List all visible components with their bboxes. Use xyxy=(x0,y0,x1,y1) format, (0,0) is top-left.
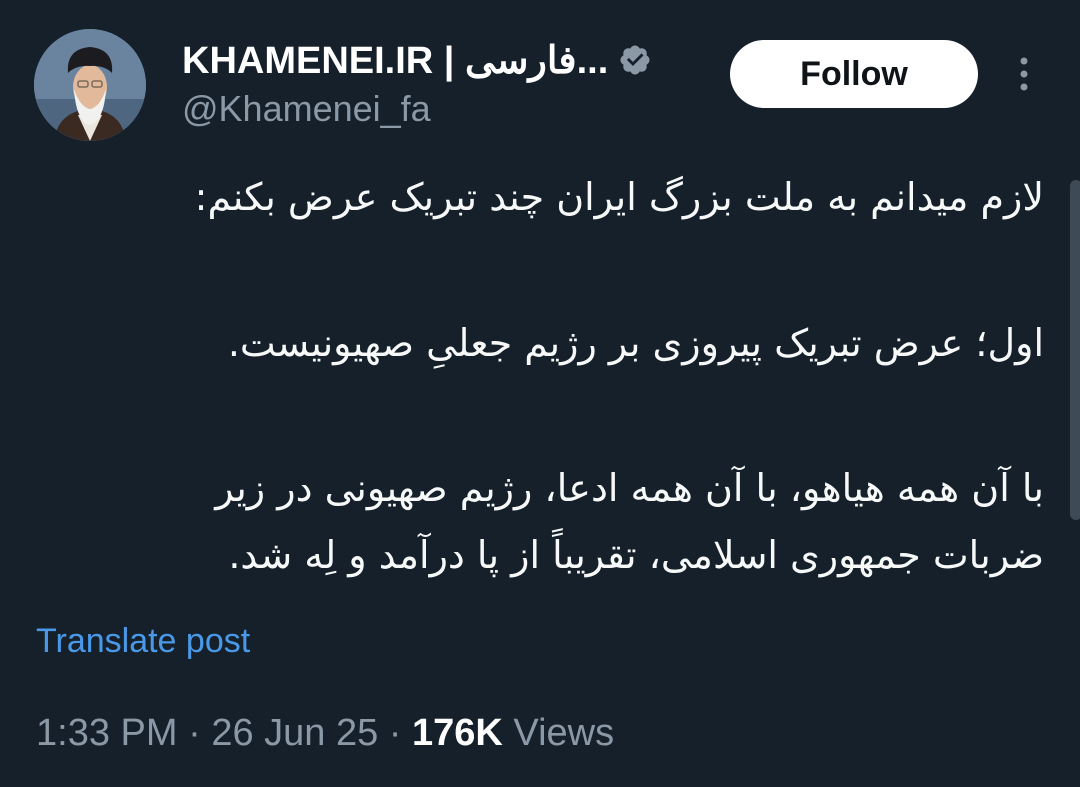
views-count[interactable]: 176K xyxy=(412,712,503,754)
author-name-row[interactable]: KHAMENEI.IR | فارسی... xyxy=(182,36,652,84)
tweet-time[interactable]: 1:33 PM xyxy=(36,712,178,754)
tweet-paragraph: لازم میدانم به ملت بزرگ ایران چند تبریک … xyxy=(194,175,1044,219)
author-handle[interactable]: @Khamenei_fa xyxy=(182,88,431,130)
author-avatar[interactable] xyxy=(34,29,146,141)
more-vertical-icon xyxy=(1020,57,1028,91)
author-display-name[interactable]: KHAMENEI.IR | فارسی... xyxy=(182,38,608,83)
tweet-date[interactable]: 26 Jun 25 xyxy=(211,712,378,754)
translate-post-link[interactable]: Translate post xyxy=(36,622,250,661)
tweet-metadata: 1:33 PM · 26 Jun 25 · 176K Views xyxy=(36,712,614,755)
tweet-paragraph: اول؛ عرض تبریک پیروزی بر رژیم جعلیِ صهیو… xyxy=(227,321,1044,365)
tweet-paragraph: با آن همه هیاهو، با آن همه ادعا، رژیم صه… xyxy=(215,466,1044,577)
meta-separator: · xyxy=(188,712,201,754)
more-options-button[interactable] xyxy=(1006,52,1042,96)
views-label[interactable]: Views xyxy=(513,712,614,754)
follow-button[interactable]: Follow xyxy=(730,40,978,108)
meta-separator: · xyxy=(388,712,402,754)
tweet-card: KHAMENEI.IR | فارسی... @Khamenei_fa Foll… xyxy=(0,0,1080,787)
verified-badge-icon[interactable] xyxy=(618,43,652,77)
scrollbar-thumb[interactable] xyxy=(1070,180,1080,520)
